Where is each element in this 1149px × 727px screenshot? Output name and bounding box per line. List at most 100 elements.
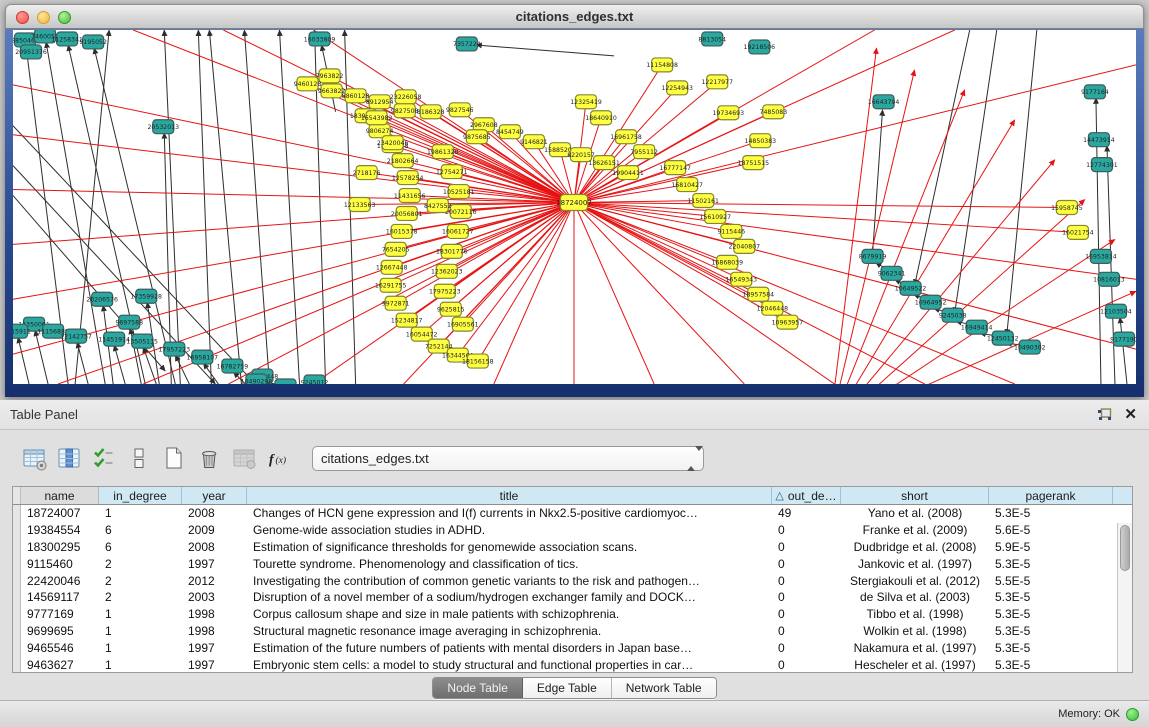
graph-node[interactable]: 9177190	[1110, 332, 1136, 346]
graph-node[interactable]: 8454749	[496, 125, 524, 139]
graph-node[interactable]: 16643794	[868, 95, 900, 109]
column-header-out_de[interactable]: △out_de…	[772, 487, 841, 504]
minimize-window-button[interactable]	[37, 11, 50, 24]
network-window-titlebar[interactable]: citations_edges.txt	[5, 4, 1144, 29]
graph-node[interactable]: 11154808	[646, 58, 678, 72]
graph-node[interactable]: 22040807	[729, 239, 761, 253]
graph-hub-node[interactable]: 18724007	[556, 195, 592, 211]
graph-node[interactable]: 9875685	[463, 130, 491, 144]
column-header-name[interactable]: name	[21, 487, 99, 504]
graph-node[interactable]: 16015378	[386, 224, 418, 238]
tab-node-table[interactable]: Node Table	[433, 678, 523, 698]
graph-node[interactable]: 9115446	[717, 224, 745, 238]
table-row[interactable]: 1872400712008Changes of HCN gene express…	[13, 505, 1132, 522]
graph-node[interactable]: 12133563	[344, 198, 376, 212]
graph-node[interactable]: 20532013	[147, 120, 179, 134]
column-header-year[interactable]: year	[182, 487, 247, 504]
table-row[interactable]: 946362711997Embryonic stem cells: a mode…	[13, 656, 1132, 672]
tab-edge-table[interactable]: Edge Table	[523, 678, 612, 698]
column-header-title[interactable]: title	[247, 487, 772, 504]
network-graph-canvas[interactable]: 8850461746005211258341919505220951376160…	[13, 30, 1136, 384]
graph-node[interactable]: 11451914	[98, 332, 130, 346]
graph-node[interactable]: 17975223	[429, 284, 461, 298]
graph-node[interactable]: 16905561	[447, 317, 479, 331]
graph-node[interactable]: 10490302	[1014, 340, 1046, 354]
select-columns-button[interactable]	[88, 442, 120, 474]
graph-node[interactable]: 16021754	[1062, 225, 1094, 239]
graph-node[interactable]: 8813054	[698, 32, 726, 46]
table-row[interactable]: 1938455462009Genome-wide association stu…	[13, 522, 1132, 539]
function-builder-button[interactable]: f(x)	[263, 442, 295, 474]
graph-node[interactable]: 12217977	[701, 75, 733, 89]
column-header-short[interactable]: short	[841, 487, 989, 504]
graph-node[interactable]: 12325419	[570, 95, 602, 109]
graph-node[interactable]: 12046448	[757, 301, 789, 315]
graph-node[interactable]: 9625815	[437, 302, 465, 316]
graph-node[interactable]: 9827508	[391, 104, 419, 118]
graph-node[interactable]: 7654205	[382, 242, 410, 256]
graph-node[interactable]: 17957223	[159, 342, 191, 356]
graph-node[interactable]: 16958107	[187, 350, 219, 364]
table-row[interactable]: 1456911722003Disruption of a novel membe…	[13, 589, 1132, 606]
table-select-dropdown[interactable]: citations_edges.txt	[312, 446, 704, 471]
graph-node[interactable]: 7955112	[630, 145, 658, 159]
float-window-icon[interactable]	[1097, 408, 1112, 422]
graph-node[interactable]: 16949414	[961, 320, 993, 334]
row-height-button[interactable]	[123, 442, 155, 474]
graph-node[interactable]: 15234817	[391, 313, 423, 327]
graph-node[interactable]: 14473914	[1083, 133, 1115, 147]
column-header-pagerank[interactable]: pagerank	[989, 487, 1113, 504]
graph-node[interactable]: 18751515	[738, 156, 770, 170]
tab-network-table[interactable]: Network Table	[612, 678, 716, 698]
table-row[interactable]: 969969511998Structural magnetic resonanc…	[13, 623, 1132, 640]
table-settings-button[interactable]	[18, 442, 50, 474]
delete-table-button[interactable]	[193, 442, 225, 474]
column-settings-button[interactable]	[53, 442, 85, 474]
graph-node[interactable]: 12362023	[431, 264, 463, 278]
zoom-window-button[interactable]	[58, 11, 71, 24]
graph-node[interactable]: 7485083	[760, 105, 788, 119]
graph-node[interactable]: 16033809	[304, 32, 336, 46]
graph-node[interactable]: 23226058	[390, 90, 422, 104]
create-table-button[interactable]	[158, 442, 190, 474]
graph-node[interactable]: 14850383	[745, 134, 777, 148]
table-row[interactable]: 2242004622012Investigating the contribut…	[13, 572, 1132, 589]
graph-node[interactable]: 2718176	[353, 166, 381, 180]
table-scrollbar[interactable]	[1117, 523, 1132, 672]
graph-node[interactable]: 12578254	[392, 171, 424, 185]
graph-node[interactable]: 10963957	[772, 315, 804, 329]
graph-node[interactable]: 10964952	[915, 295, 947, 309]
graph-node[interactable]: 12774301	[1086, 158, 1118, 172]
graph-node[interactable]: 9827546	[446, 103, 474, 117]
table-row[interactable]: 977716911998Corpus callosum shape and si…	[13, 606, 1132, 623]
table-row[interactable]: 946554611997Estimation of the future num…	[13, 639, 1132, 656]
column-header-in_degree[interactable]: in_degree	[99, 487, 182, 504]
graph-node[interactable]: 12450132	[987, 331, 1019, 345]
graph-node[interactable]: 7357224	[453, 37, 481, 51]
graph-node[interactable]: 8679919	[859, 249, 887, 263]
graph-node[interactable]: 9697588	[115, 315, 143, 329]
graph-node[interactable]: 9177164	[1081, 85, 1109, 99]
graph-node[interactable]: 12254943	[661, 81, 693, 95]
graph-node[interactable]: 21802664	[387, 154, 419, 168]
graph-node[interactable]: 9195052	[79, 35, 107, 49]
table-row[interactable]: 911546021997Tourette syndrome. Phenomeno…	[13, 555, 1132, 572]
graph-node[interactable]: 12754271	[436, 165, 468, 179]
graph-node[interactable]: 15958745	[1051, 201, 1083, 215]
graph-node[interactable]: 20056801	[391, 207, 423, 221]
graph-node[interactable]: 19218506	[744, 40, 776, 54]
close-panel-icon[interactable]: ✕	[1124, 407, 1137, 422]
table-row[interactable]: 1830029562008Estimation of significance …	[13, 539, 1132, 556]
graph-node[interactable]: 17359928	[130, 289, 162, 303]
table-scrollbar-thumb[interactable]	[1120, 525, 1130, 571]
graph-node[interactable]: 16868039	[711, 255, 743, 269]
graph-node[interactable]: 12103504	[1100, 304, 1132, 318]
graph-node[interactable]: 8186328	[417, 105, 445, 119]
graph-node[interactable]: 9245012	[301, 375, 329, 384]
graph-node[interactable]: 18640910	[585, 111, 617, 125]
graph-node[interactable]: 9062341	[878, 266, 906, 280]
graph-node[interactable]: 9245038	[939, 308, 967, 322]
close-window-button[interactable]	[16, 11, 29, 24]
graph-node[interactable]: 11502161	[687, 194, 719, 208]
graph-node[interactable]: 8427552	[424, 199, 452, 213]
